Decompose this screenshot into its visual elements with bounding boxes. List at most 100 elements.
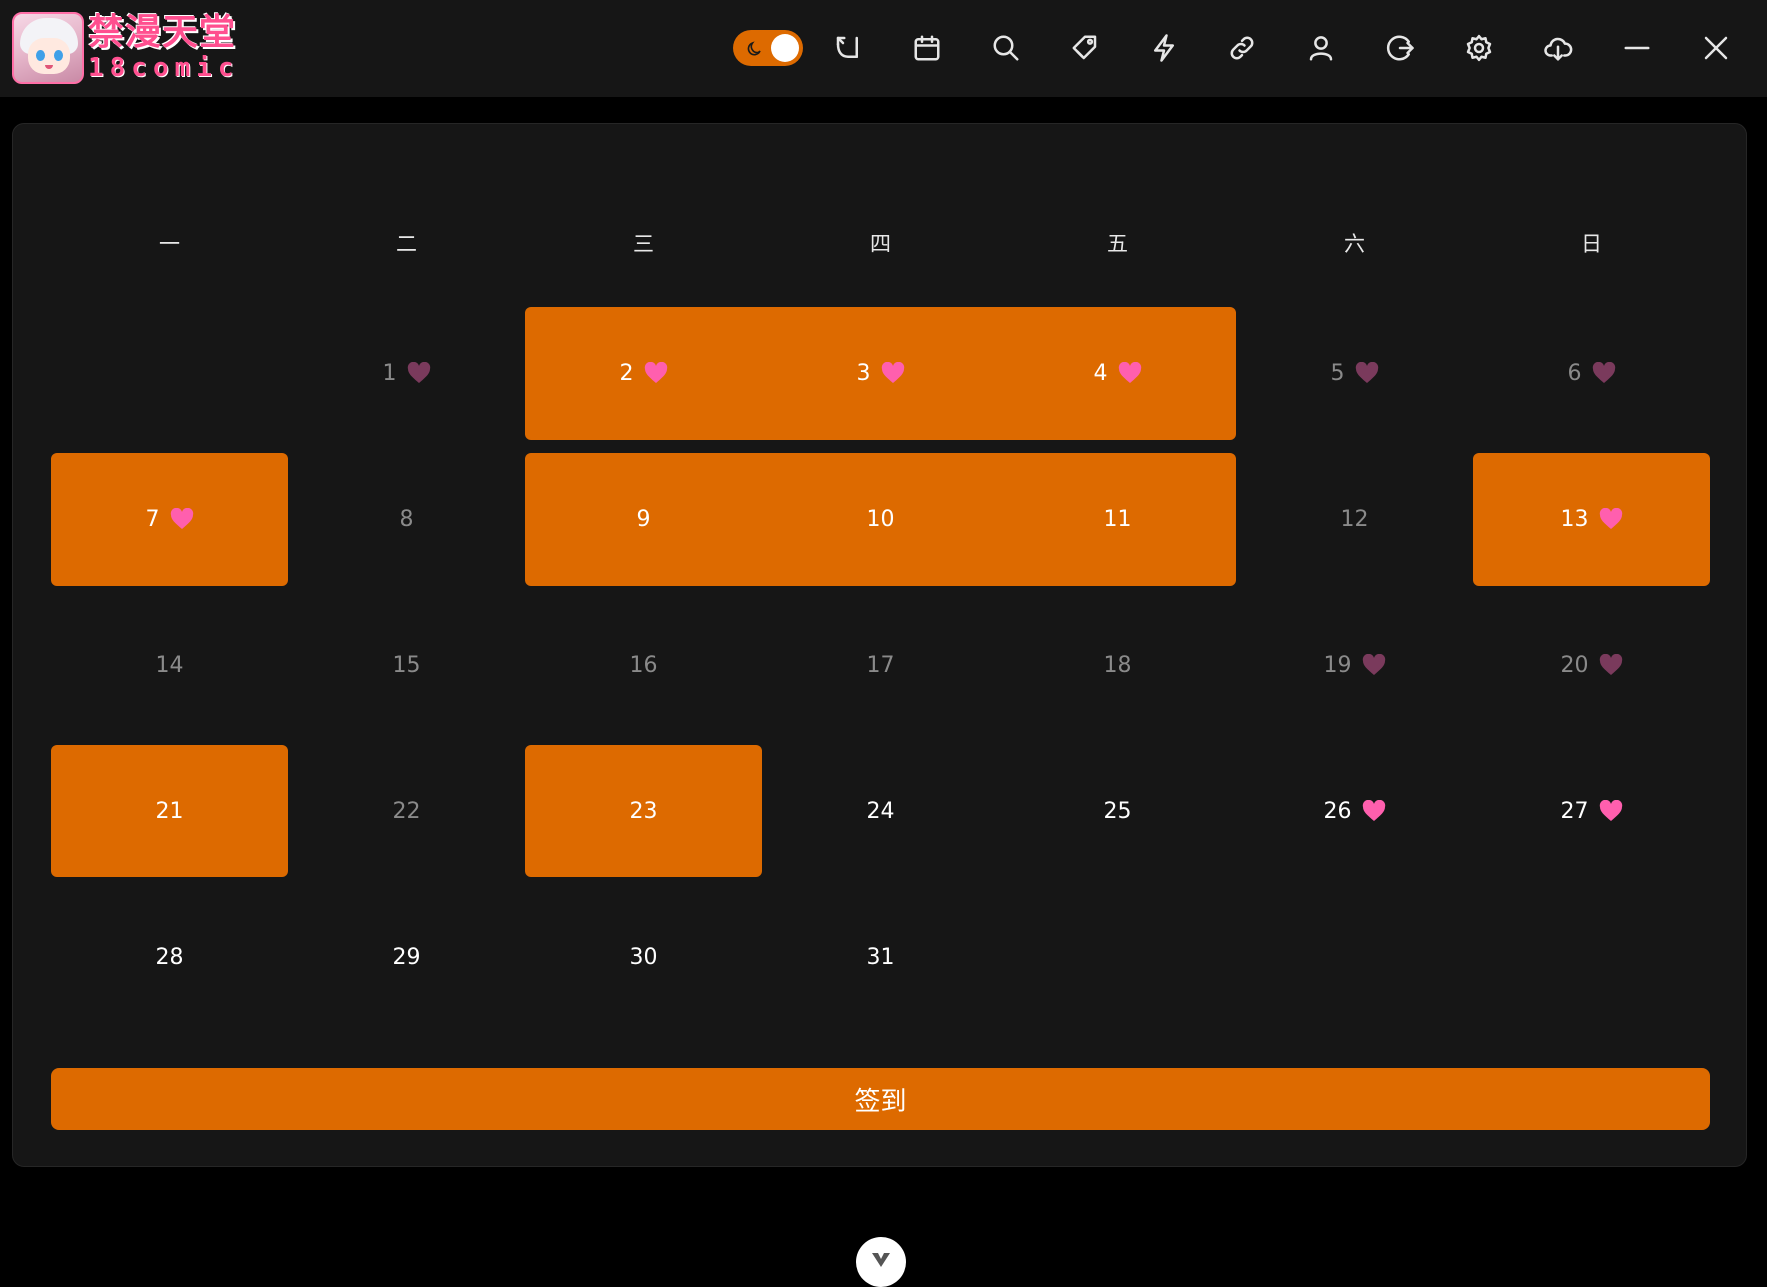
- day-number: 20: [1560, 652, 1589, 678]
- calendar-day[interactable]: 28: [51, 891, 288, 1023]
- calendar-day[interactable]: 10: [762, 453, 999, 585]
- calendar-button[interactable]: [907, 28, 947, 68]
- user-icon: [1309, 36, 1333, 61]
- chevron-down-icon: [872, 1253, 890, 1267]
- minimize-icon: [1624, 46, 1650, 50]
- cloud-download-icon: [1544, 37, 1573, 61]
- calendar-day[interactable]: 9: [525, 453, 762, 585]
- calendar-day[interactable]: 16: [525, 599, 762, 731]
- calendar-day[interactable]: 15: [288, 599, 525, 731]
- calendar-day[interactable]: 17: [762, 599, 999, 731]
- day-number: 12: [1340, 506, 1369, 532]
- day-number: 21: [155, 798, 184, 824]
- app-logo: 禁漫天堂 18comic: [12, 10, 250, 86]
- close-button[interactable]: [1696, 28, 1736, 68]
- day-number: 25: [1103, 798, 1132, 824]
- day-number: 16: [629, 652, 658, 678]
- weekday-thu: 四: [870, 232, 891, 256]
- day-number: 10: [866, 506, 895, 532]
- day-number: 3: [856, 360, 871, 386]
- gear-icon: [1466, 34, 1492, 62]
- day-number: 30: [629, 944, 658, 970]
- calendar-day[interactable]: 6: [1473, 307, 1710, 439]
- day-number: 15: [392, 652, 421, 678]
- calendar-day[interactable]: 7: [51, 453, 288, 585]
- moon-icon: [747, 41, 761, 56]
- day-number: 22: [392, 798, 421, 824]
- calendar-day[interactable]: 13: [1473, 453, 1710, 585]
- day-number: 18: [1103, 652, 1132, 678]
- day-number: 29: [392, 944, 421, 970]
- day-number: 14: [155, 652, 184, 678]
- calendar-day[interactable]: 5: [1236, 307, 1473, 439]
- calendar-day[interactable]: 27: [1473, 745, 1710, 877]
- calendar-icon: [914, 35, 940, 61]
- heart-icon: [1599, 653, 1623, 676]
- calendar-day[interactable]: 12: [1236, 453, 1473, 585]
- day-number: 7: [145, 506, 160, 532]
- lightning-button[interactable]: [1144, 28, 1184, 68]
- day-number: 19: [1323, 652, 1352, 678]
- weekday-mon: 一: [159, 232, 180, 256]
- calendar-day[interactable]: 4: [999, 307, 1236, 439]
- minimize-button[interactable]: [1617, 28, 1657, 68]
- search-icon: [993, 35, 1019, 61]
- day-number: 11: [1103, 506, 1132, 532]
- settings-button[interactable]: [1459, 28, 1499, 68]
- calendar-day[interactable]: 29: [288, 891, 525, 1023]
- heart-icon: [881, 361, 905, 384]
- cloud-download-button[interactable]: [1538, 28, 1578, 68]
- toggle-knob: [771, 34, 799, 62]
- calendar-day[interactable]: 3: [762, 307, 999, 439]
- weekday-wed: 三: [633, 232, 654, 256]
- day-number: 2: [619, 360, 634, 386]
- day-number: 27: [1560, 798, 1589, 824]
- calendar-day[interactable]: 1: [288, 307, 525, 439]
- close-icon: [1704, 36, 1728, 60]
- calendar-day[interactable]: 22: [288, 745, 525, 877]
- calendar-day[interactable]: 19: [1236, 599, 1473, 731]
- calendar-day[interactable]: 31: [762, 891, 999, 1023]
- heart-icon: [644, 361, 668, 384]
- calendar-day[interactable]: 26: [1236, 745, 1473, 877]
- lightning-icon: [1154, 34, 1174, 62]
- weekday-fri: 五: [1107, 232, 1128, 256]
- day-number: 8: [399, 506, 414, 532]
- search-button[interactable]: [986, 28, 1026, 68]
- logout-button[interactable]: [1380, 28, 1420, 68]
- link-button[interactable]: [1222, 28, 1262, 68]
- dark-mode-toggle[interactable]: [733, 30, 803, 66]
- heart-icon: [407, 361, 431, 384]
- tag-button[interactable]: [1065, 28, 1105, 68]
- checkin-button[interactable]: 签到: [51, 1068, 1710, 1130]
- calendar-day[interactable]: 14: [51, 599, 288, 731]
- heart-icon: [1599, 799, 1623, 822]
- calendar-day[interactable]: 25: [999, 745, 1236, 877]
- back-button[interactable]: [828, 28, 868, 68]
- calendar-day[interactable]: 20: [1473, 599, 1710, 731]
- calendar-day[interactable]: 8: [288, 453, 525, 585]
- heart-icon: [1118, 361, 1142, 384]
- calendar-day[interactable]: 11: [999, 453, 1236, 585]
- heart-icon: [170, 507, 194, 530]
- heart-icon: [1362, 653, 1386, 676]
- calendar-day[interactable]: 23: [525, 745, 762, 877]
- heart-icon: [1599, 507, 1623, 530]
- logo-avatar: [12, 12, 84, 84]
- day-number: 31: [866, 944, 895, 970]
- calendar-day[interactable]: 2: [525, 307, 762, 439]
- user-button[interactable]: [1301, 28, 1341, 68]
- calendar-day[interactable]: 24: [762, 745, 999, 877]
- heart-icon: [1362, 799, 1386, 822]
- logo-subtitle: 18comic: [88, 53, 240, 83]
- day-number: 23: [629, 798, 658, 824]
- day-number: 9: [636, 506, 651, 532]
- scroll-down-button[interactable]: [856, 1237, 906, 1287]
- day-number: 26: [1323, 798, 1352, 824]
- calendar-day[interactable]: 30: [525, 891, 762, 1023]
- day-number: 5: [1330, 360, 1345, 386]
- heart-icon: [1592, 361, 1616, 384]
- day-number: 17: [866, 652, 895, 678]
- calendar-day[interactable]: 21: [51, 745, 288, 877]
- calendar-day[interactable]: 18: [999, 599, 1236, 731]
